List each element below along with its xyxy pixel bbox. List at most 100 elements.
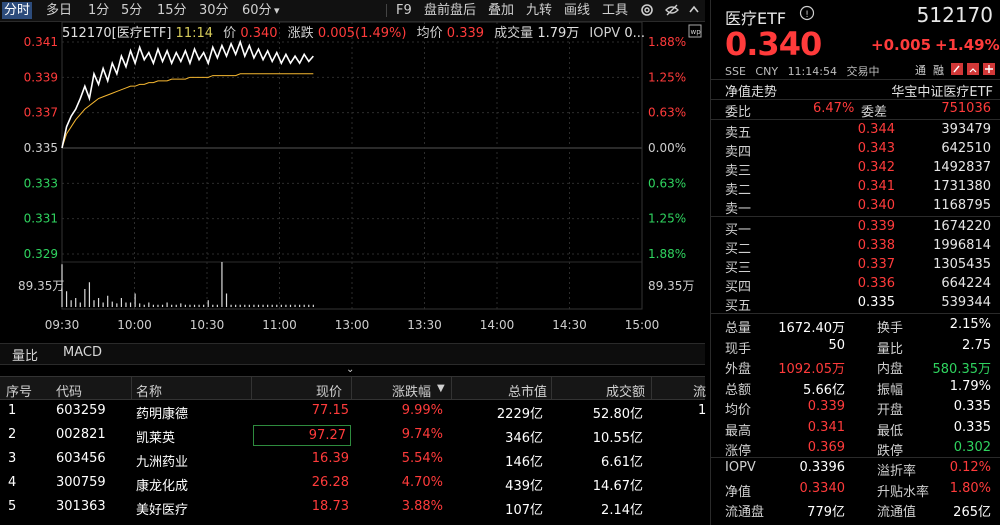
fund-company: 华宝中证医疗ETF (891, 85, 993, 100)
row-index: 2 (8, 427, 17, 442)
row-market-cap: 2229亿 (496, 407, 543, 422)
tab-volume-ratio[interactable]: 量比 (12, 345, 38, 364)
table-row[interactable]: 5 301363 美好医疗 18.73 3.88% 107亿 2.14亿 (0, 496, 705, 518)
row-amount: 10.55亿 (592, 431, 643, 446)
y-tick-left: 0.335 (24, 141, 58, 155)
asks-level-label: 卖一 (725, 202, 752, 217)
col-index[interactable]: 序号 (6, 381, 32, 400)
col-price[interactable]: 现价 (316, 381, 342, 400)
stat-value: 0.335 (953, 399, 991, 414)
table-row[interactable]: 3 603456 九洲药业 16.39 5.54% 146亿 6.61亿 (0, 448, 705, 470)
stat-label: 换手 (877, 321, 904, 336)
stat-value: 5.66亿 (803, 382, 845, 398)
row-price: 97.27 (253, 425, 351, 446)
chart-change: 0.005(1.49%) (317, 26, 407, 41)
stat-value: 2.15% (949, 317, 991, 332)
avg-label: 均价 (416, 26, 443, 41)
sort-desc-icon[interactable]: ▼ (437, 383, 445, 394)
stat-label: 升贴水率 (877, 484, 930, 500)
col-market-cap[interactable]: 总市值 (508, 381, 547, 400)
col-amount[interactable]: 成交额 (606, 381, 645, 400)
bids-row[interactable]: 买二 0.338 1996814 (725, 237, 997, 257)
collapse-up-icon[interactable] (687, 2, 701, 21)
row-amount: 14.67亿 (592, 479, 643, 494)
bids-volume: 1305435 (933, 257, 991, 272)
asks-row[interactable]: 卖二 0.341 1731380 (725, 178, 997, 198)
stat-label: 净值 (725, 484, 752, 500)
row-index: 5 (8, 499, 17, 514)
link-icon[interactable] (967, 63, 979, 78)
info-icon[interactable]: ! (799, 5, 815, 24)
asks-row[interactable]: 卖三 0.342 1492837 (725, 159, 997, 179)
intraday-chart[interactable]: 0.341 0.339 0.337 0.335 0.333 0.331 0.329 1.88… (0, 22, 705, 342)
tab-overlay[interactable]: 叠加 (486, 2, 516, 19)
chart-volume: 1.79万 (537, 26, 580, 41)
stat-label: 现手 (725, 341, 752, 357)
col-change-pct[interactable]: 涨跌幅 (392, 381, 431, 400)
table-row[interactable]: 2 002821 凯莱英 97.27 9.74% 346亿 10.55亿 (0, 424, 705, 446)
nav-trend-link[interactable]: 净值走势 (725, 81, 777, 100)
stat-label: 总额 (725, 382, 752, 398)
table-header: 序号 代码 名称 现价 涨跌幅 ▼ 总市值 成交额 流 (0, 376, 706, 400)
tab-multiday[interactable]: 多日 (44, 2, 74, 19)
bids-row[interactable]: 买五 0.335 539344 (725, 294, 997, 314)
row-market-cap: 439亿 (505, 479, 543, 494)
row-change-pct: 3.88% (401, 499, 443, 514)
splitter-down-icon[interactable]: ⌄ (346, 364, 354, 375)
col-code[interactable]: 代码 (56, 381, 82, 400)
tab-intraday[interactable]: 分时 (2, 2, 33, 19)
stat-row: 总额 5.66亿 振幅 1.79% (725, 378, 997, 398)
tab-nine-turn[interactable]: 九转 (524, 2, 554, 19)
wp-icon[interactable]: wp (688, 24, 702, 41)
stat-row: 流通盘 779亿 流通值 265亿 (725, 500, 997, 520)
tab-1min[interactable]: 1分 (86, 2, 111, 19)
stat-value: 580.35万 (932, 362, 992, 377)
asks-row[interactable]: 卖四 0.343 642510 (725, 140, 997, 160)
bids-row[interactable]: 买四 0.336 664224 (725, 275, 997, 295)
stat-value: 1.80% (949, 480, 991, 496)
y-tick-right: 1.88% (648, 35, 686, 49)
add-icon[interactable] (983, 63, 995, 78)
row-price: 26.28 (311, 475, 349, 490)
tab-tools[interactable]: 工具 (600, 2, 630, 19)
edit-icon[interactable] (951, 63, 963, 78)
col-name[interactable]: 名称 (136, 381, 162, 400)
tab-60min[interactable]: 60分 (240, 2, 274, 19)
hide-icon[interactable] (664, 2, 680, 21)
gear-icon[interactable] (639, 2, 655, 21)
stat-label: 最低 (877, 423, 904, 439)
row-index: 3 (8, 451, 17, 466)
stat-value: 1092.05万 (778, 362, 845, 377)
stat-label: 开盘 (877, 403, 904, 418)
price-line (61, 39, 314, 149)
weibi-label: 委比 (725, 105, 752, 120)
stat-row: 总量 1672.40万 换手 2.15% (725, 316, 997, 336)
stat-value: 0.335 (953, 419, 991, 435)
period-toolbar: 分时 多日 1分 5分 15分 30分 60分 ▾ F9 盘前盘后 叠加 九转 … (0, 0, 705, 22)
asks-volume: 642510 (941, 141, 991, 156)
bids-row[interactable]: 买三 0.337 1305435 (725, 256, 997, 276)
stat-value: 50 (828, 337, 845, 353)
tab-macd[interactable]: MACD (63, 345, 102, 360)
tab-pre-post-market[interactable]: 盘前盘后 (422, 2, 478, 19)
stat-row: 现手 50 量比 2.75 (725, 337, 997, 357)
row-change-pct: 9.74% (401, 427, 443, 442)
tab-30min[interactable]: 30分 (197, 2, 231, 19)
asks-row[interactable]: 卖五 0.344 393479 (725, 121, 997, 141)
weibi-value: 6.47% (813, 101, 855, 116)
row-code: 301363 (56, 499, 106, 514)
tab-15min[interactable]: 15分 (155, 2, 189, 19)
tab-draw-line[interactable]: 画线 (562, 2, 592, 19)
row-change-pct: 9.99% (401, 403, 443, 418)
chart-grid (61, 22, 643, 310)
bids-price: 0.338 (857, 238, 895, 253)
table-row[interactable]: 1 603259 药明康德 77.15 9.99% 2229亿 52.80亿 1 (0, 400, 706, 422)
tab-5min[interactable]: 5分 (119, 2, 144, 19)
bids-row[interactable]: 买一 0.339 1674220 (725, 218, 997, 238)
period-dropdown-icon[interactable]: ▾ (272, 2, 282, 19)
tab-f9[interactable]: F9 (394, 2, 414, 19)
stat-value: 0.341 (807, 419, 845, 435)
asks-row[interactable]: 卖一 0.340 1168795 (725, 197, 997, 217)
col-extra[interactable]: 流 (693, 381, 706, 400)
table-row[interactable]: 4 300759 康龙化成 26.28 4.70% 439亿 14.67亿 (0, 472, 705, 494)
